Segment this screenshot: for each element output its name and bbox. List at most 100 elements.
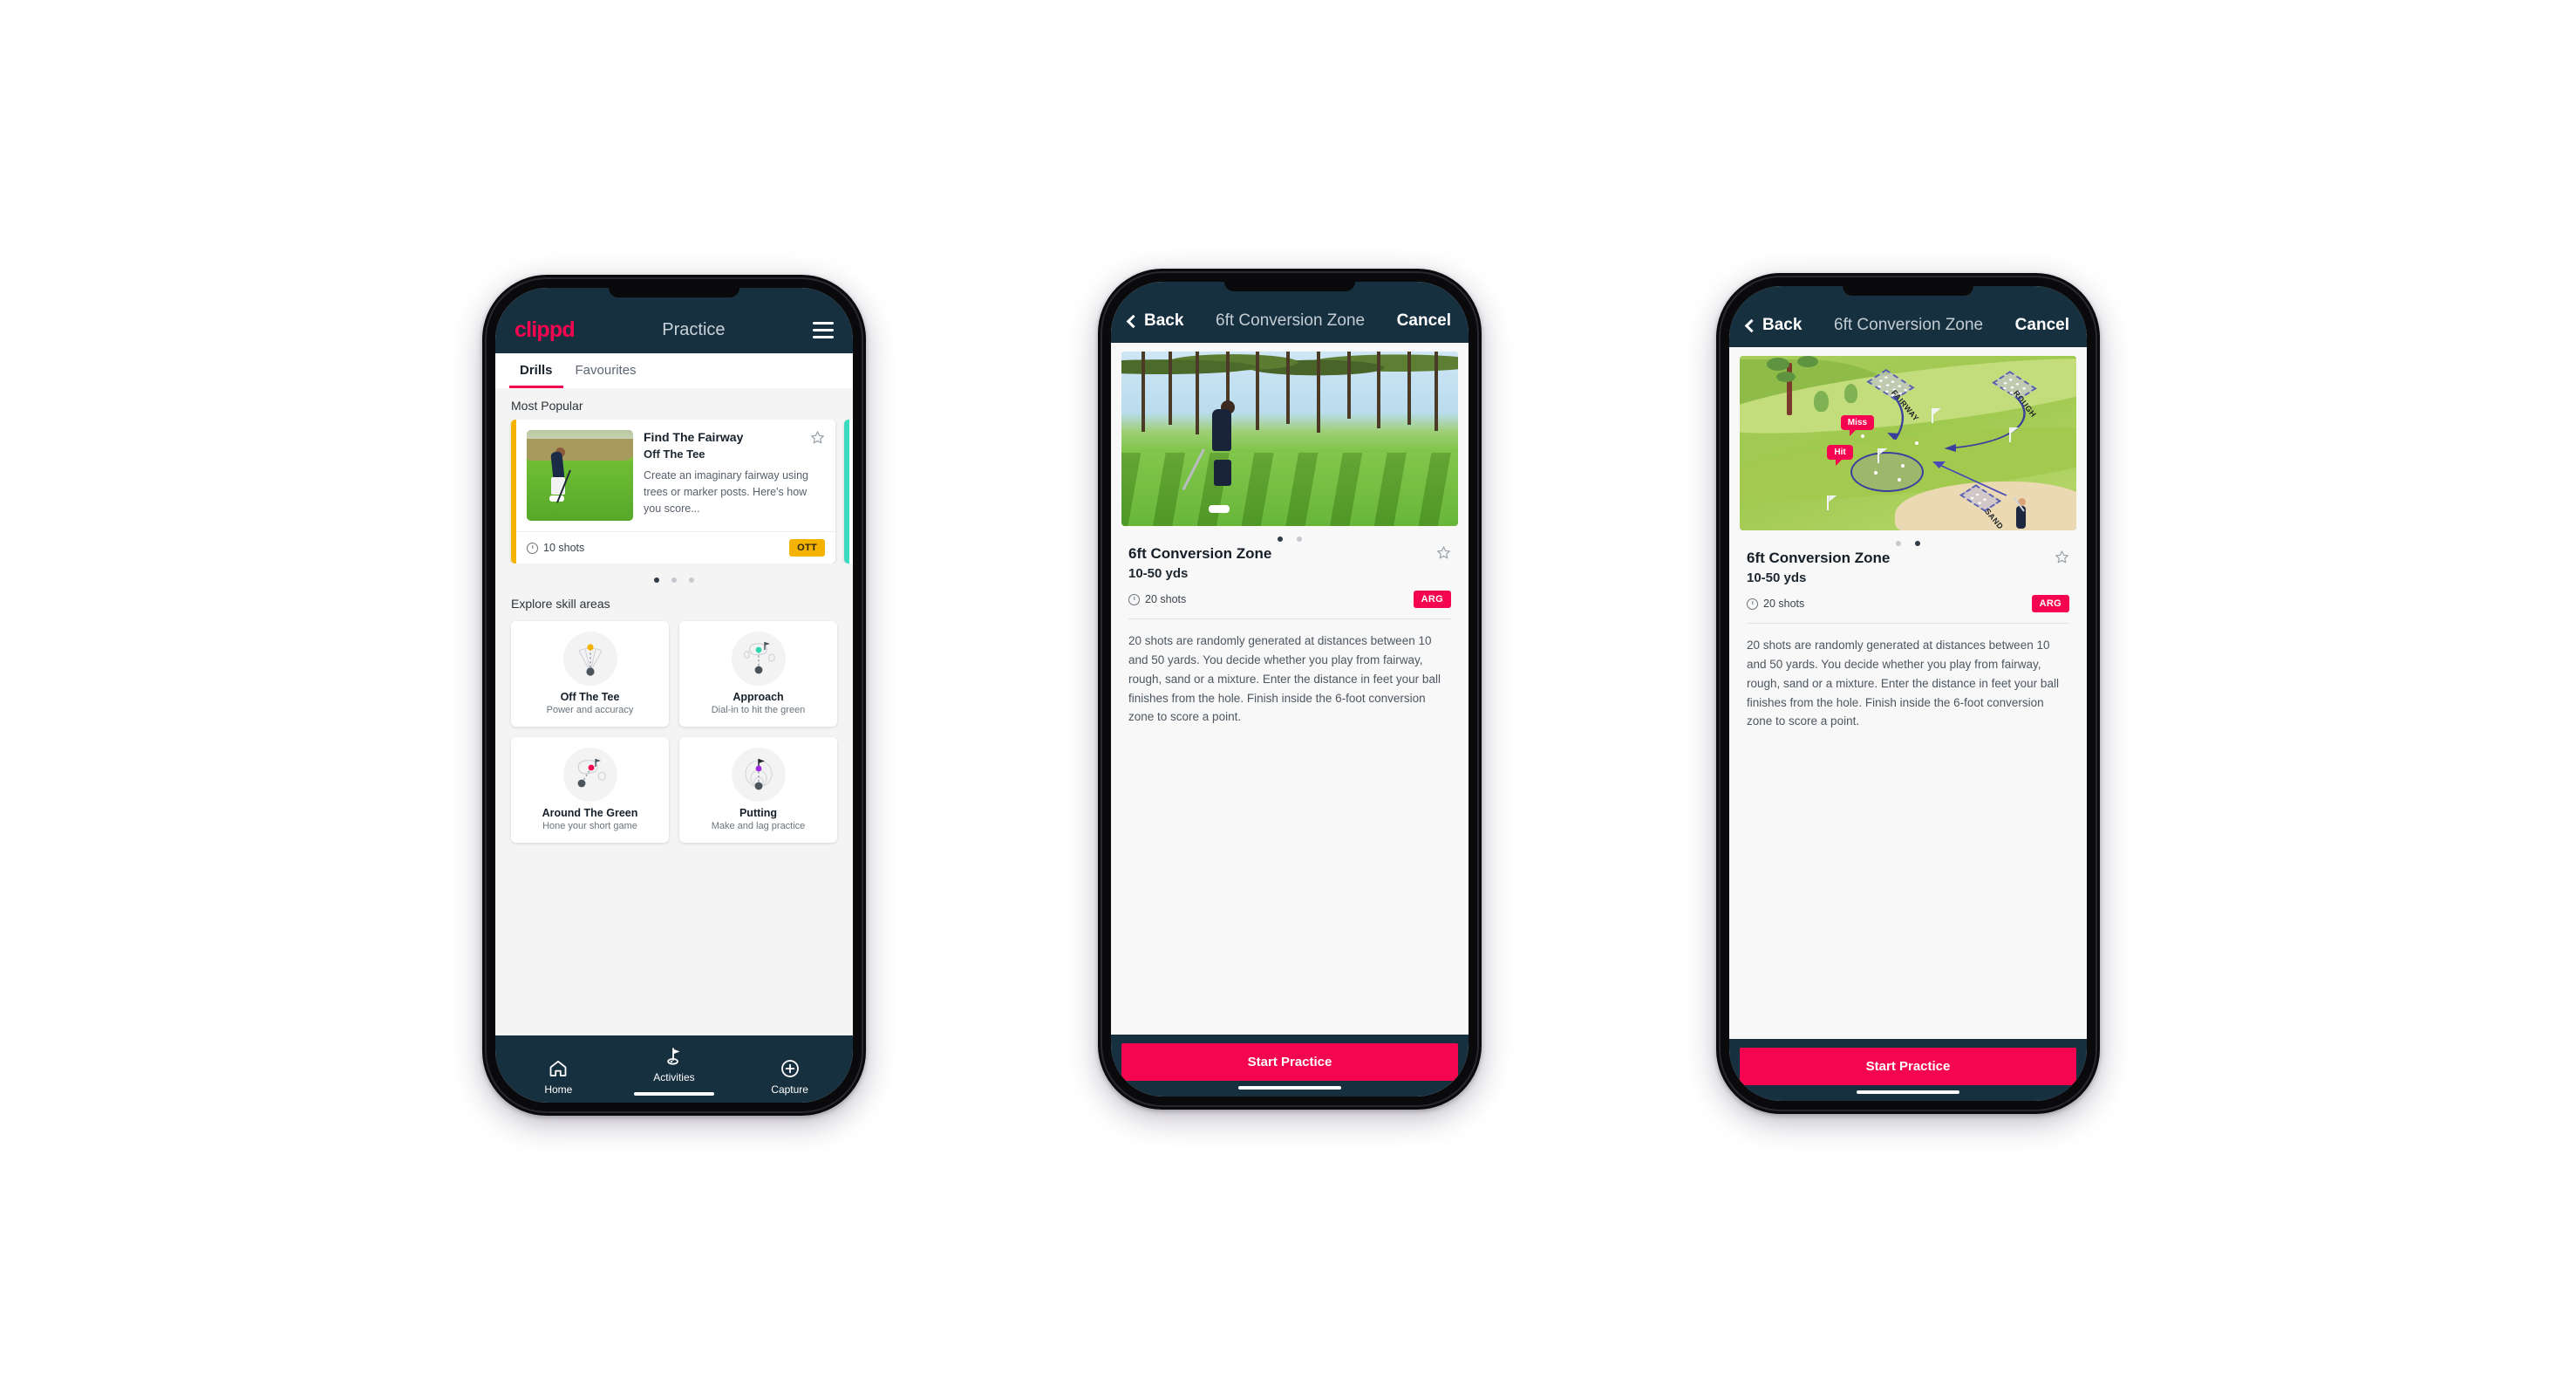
chip-to-green-icon bbox=[562, 748, 617, 802]
drill-media-photo[interactable] bbox=[1121, 352, 1458, 526]
nav-item-capture[interactable]: Capture bbox=[733, 1058, 847, 1096]
skill-card-putting[interactable]: Putting Make and lag practice bbox=[679, 737, 837, 843]
carousel-dots[interactable] bbox=[495, 564, 853, 586]
skill-card-off-the-tee[interactable]: Off The Tee Power and accuracy bbox=[511, 621, 669, 727]
nav-item-activities[interactable]: Activities bbox=[617, 1046, 731, 1096]
app-header: clippd Practice bbox=[495, 288, 853, 353]
carousel-dot-1[interactable] bbox=[1896, 541, 1901, 546]
carousel-dot-2[interactable] bbox=[1297, 536, 1302, 542]
cancel-button[interactable]: Cancel bbox=[1397, 311, 1451, 331]
skill-card-around-the-green[interactable]: Around The Green Hone your short game bbox=[511, 737, 669, 843]
course-diagram: FAIRWAY ROUGH SAND Miss Hit bbox=[1740, 356, 2076, 530]
clippd-logo[interactable]: clippd bbox=[515, 319, 576, 341]
approach-green-icon bbox=[731, 632, 786, 686]
detail-heading-block: 6ft Conversion Zone 10-50 yds 20 shots A… bbox=[1111, 543, 1469, 608]
cta-container: Start Practice bbox=[1729, 1039, 2087, 1101]
drill-description: 20 shots are randomly generated at dista… bbox=[1128, 634, 1441, 724]
skill-desc: Dial-in to hit the green bbox=[711, 705, 806, 715]
nav-label: Activities bbox=[653, 1071, 695, 1083]
back-label: Back bbox=[1144, 311, 1184, 330]
back-button[interactable]: Back bbox=[1126, 311, 1184, 331]
explore-skill-areas-heading: Explore skill areas bbox=[511, 597, 610, 611]
phone-mockup-drill-detail-video: Back 6ft Conversion Zone Cancel 6ft Conv… bbox=[1098, 269, 1482, 1110]
page-title: Practice bbox=[662, 320, 726, 339]
drill-distance-range: 10-50 yds bbox=[1128, 566, 1189, 581]
drill-shots-label: 20 shots bbox=[1145, 593, 1187, 605]
cancel-button[interactable]: Cancel bbox=[2015, 316, 2069, 335]
plus-circle-icon bbox=[780, 1060, 799, 1077]
star-outline-icon[interactable] bbox=[1436, 545, 1451, 560]
home-indicator bbox=[1238, 1086, 1341, 1090]
hit-label: Hit bbox=[1827, 445, 1853, 466]
drill-title: 6ft Conversion Zone bbox=[1747, 550, 1891, 566]
screen-drill-detail-diagram: Back 6ft Conversion Zone Cancel FAIRWAY … bbox=[1729, 286, 2087, 1101]
skill-name: Putting bbox=[739, 807, 778, 819]
drill-description: 20 shots are randomly generated at dista… bbox=[1747, 639, 2059, 728]
skill-name: Approach bbox=[733, 691, 784, 703]
bottom-navigation: Home Activities Capture bbox=[495, 1035, 853, 1103]
screen-drill-detail-video: Back 6ft Conversion Zone Cancel 6ft Conv… bbox=[1111, 282, 1469, 1097]
tab-bar: Drills Favourites bbox=[495, 353, 853, 388]
detail-nav-title: 6ft Conversion Zone bbox=[1834, 316, 1984, 334]
nav-item-home[interactable]: Home bbox=[501, 1058, 616, 1096]
tee-dispersion-icon bbox=[562, 632, 617, 686]
back-button[interactable]: Back bbox=[1744, 316, 1803, 335]
star-outline-icon[interactable] bbox=[810, 430, 825, 445]
carousel-dot-2[interactable] bbox=[1915, 541, 1920, 546]
drill-media-illustration[interactable]: FAIRWAY ROUGH SAND Miss Hit bbox=[1740, 356, 2076, 530]
home-icon bbox=[549, 1060, 567, 1076]
most-popular-heading: Most Popular bbox=[511, 399, 583, 413]
hamburger-icon[interactable] bbox=[813, 322, 834, 338]
carousel-dots[interactable] bbox=[1111, 526, 1469, 543]
drill-card-top: Find The Fairway Off The Tee Create an i… bbox=[516, 420, 835, 531]
carousel-dots[interactable] bbox=[1729, 530, 2087, 548]
carousel-dot-3[interactable] bbox=[689, 577, 694, 583]
chevron-left-icon bbox=[1744, 318, 1759, 332]
detail-content: 6ft Conversion Zone 10-50 yds 20 shots A… bbox=[1111, 343, 1469, 1035]
screen-practice: clippd Practice Drills Favourites Most P… bbox=[495, 288, 853, 1103]
drill-carousel[interactable]: Find The Fairway Off The Tee Create an i… bbox=[495, 420, 853, 564]
drill-category-chip: ARG bbox=[2031, 595, 2069, 612]
drill-title: 6ft Conversion Zone bbox=[1128, 545, 1272, 562]
drill-card[interactable]: Find The Fairway Off The Tee Create an i… bbox=[511, 420, 835, 564]
putting-green bbox=[1850, 452, 1925, 492]
phone-notch bbox=[1843, 286, 1973, 296]
putting-rings-icon bbox=[731, 748, 786, 802]
skill-card-approach[interactable]: Approach Dial-in to hit the green bbox=[679, 621, 837, 727]
drill-card-footer: 10 shots OTT bbox=[516, 531, 835, 564]
nav-label: Home bbox=[544, 1083, 573, 1096]
detail-nav-title: 6ft Conversion Zone bbox=[1216, 311, 1366, 330]
detail-content: FAIRWAY ROUGH SAND Miss Hit 6ft Conversi… bbox=[1729, 347, 2087, 1039]
skill-areas-grid: Off The Tee Power and accuracy Approach … bbox=[495, 618, 853, 851]
flag-icon bbox=[667, 1048, 680, 1065]
phone-notch bbox=[1224, 282, 1355, 291]
skill-name: Around The Green bbox=[542, 807, 638, 819]
home-indicator bbox=[633, 1092, 714, 1096]
carousel-dot-2[interactable] bbox=[671, 577, 677, 583]
practice-content: Most Popular Find The Fairway Off The Te… bbox=[495, 388, 853, 1035]
clock-icon bbox=[527, 542, 538, 554]
start-practice-button[interactable]: Start Practice bbox=[1740, 1048, 2076, 1085]
drill-category-chip: ARG bbox=[1413, 591, 1451, 608]
home-indicator bbox=[1857, 1090, 1959, 1094]
drill-category-chip: OTT bbox=[789, 539, 825, 557]
drill-description: Create an imaginary fairway using trees … bbox=[644, 469, 808, 515]
drill-title: Find The Fairway bbox=[644, 430, 744, 444]
skill-desc: Power and accuracy bbox=[546, 705, 634, 715]
carousel-dot-1[interactable] bbox=[654, 577, 659, 583]
nav-label: Capture bbox=[771, 1083, 808, 1096]
phone-mockup-practice: clippd Practice Drills Favourites Most P… bbox=[482, 275, 866, 1116]
back-label: Back bbox=[1762, 316, 1803, 334]
tab-favourites[interactable]: Favourites bbox=[565, 353, 647, 388]
drill-thumbnail bbox=[527, 430, 633, 521]
drill-card-next-peek[interactable] bbox=[844, 420, 853, 564]
carousel-dot-1[interactable] bbox=[1278, 536, 1283, 542]
phone-mockup-drill-detail-diagram: Back 6ft Conversion Zone Cancel FAIRWAY … bbox=[1716, 273, 2100, 1114]
shot-path-lines bbox=[1887, 395, 2026, 496]
cta-container: Start Practice bbox=[1111, 1035, 1469, 1097]
star-outline-icon[interactable] bbox=[2055, 550, 2069, 564]
start-practice-button[interactable]: Start Practice bbox=[1121, 1043, 1458, 1081]
miss-label: Miss bbox=[1840, 415, 1875, 436]
tab-drills[interactable]: Drills bbox=[509, 353, 563, 388]
clock-icon bbox=[1747, 598, 1758, 610]
